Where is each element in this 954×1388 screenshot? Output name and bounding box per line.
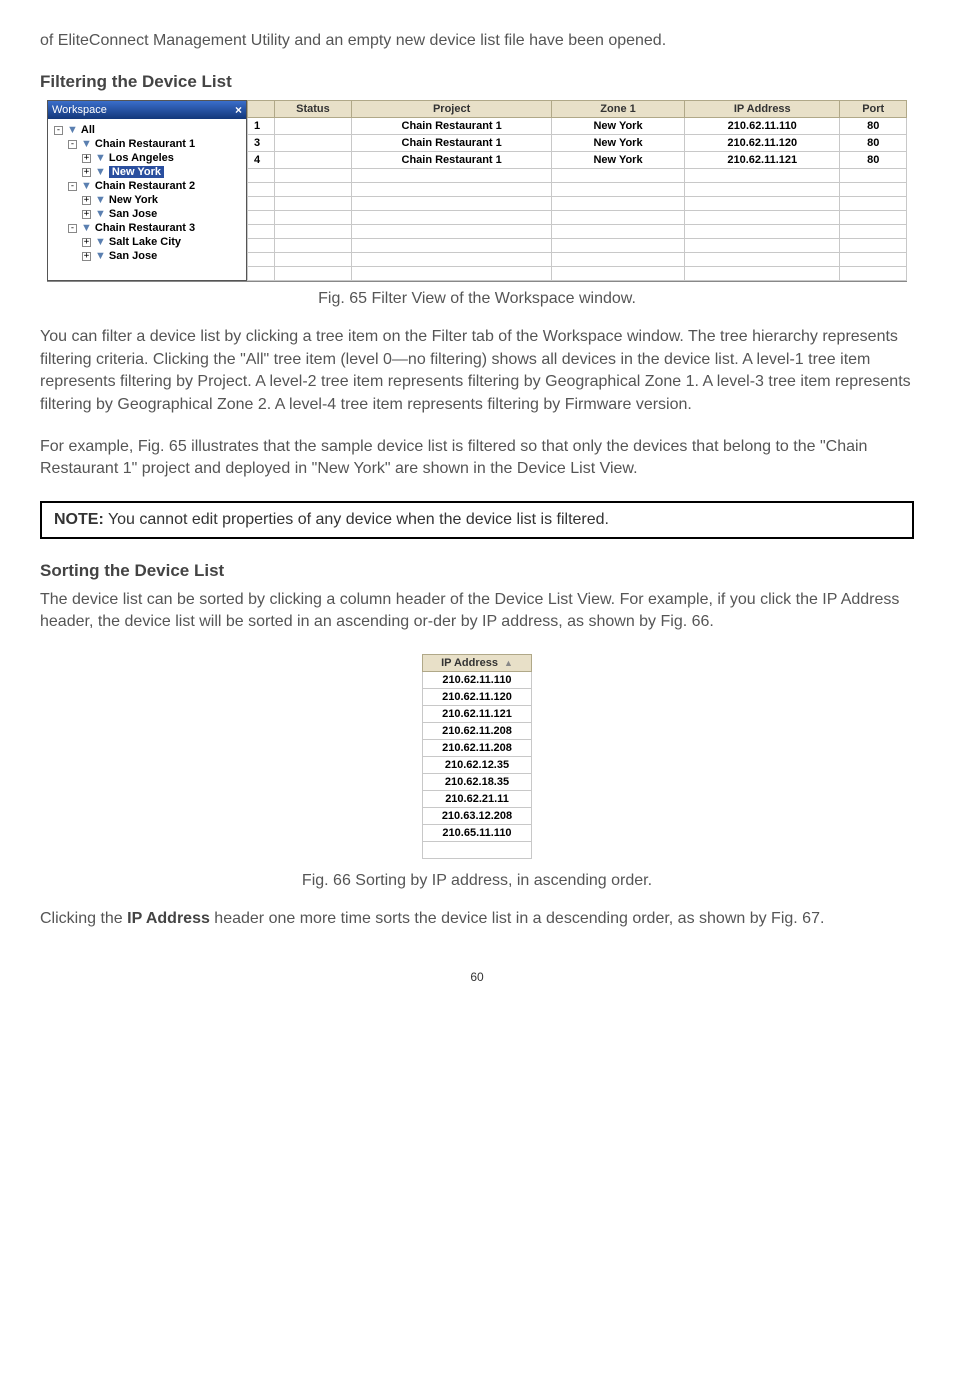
col-port[interactable]: Port (840, 101, 907, 118)
tree-la[interactable]: +▼Los Angeles (54, 151, 240, 165)
col-project[interactable]: Project (352, 101, 552, 118)
tree-cr3[interactable]: -▼Chain Restaurant 3 (54, 221, 240, 235)
expand-icon[interactable]: + (82, 168, 91, 177)
filter-icon: ▼ (95, 194, 106, 206)
list-item[interactable]: 210.62.11.208 (423, 722, 532, 739)
table-row (248, 239, 907, 253)
list-item[interactable]: 210.63.12.208 (423, 807, 532, 824)
tree-cr1[interactable]: -▼Chain Restaurant 1 (54, 137, 240, 151)
ip-header[interactable]: IP Address▲ (423, 654, 532, 671)
list-item[interactable]: 210.62.12.35 (423, 756, 532, 773)
workspace-figure: Workspace × -▼All -▼Chain Restaurant 1 +… (47, 100, 907, 282)
workspace-panel: Workspace × -▼All -▼Chain Restaurant 1 +… (47, 100, 247, 281)
filter-icon: ▼ (95, 236, 106, 248)
table-row (248, 183, 907, 197)
table-row[interactable]: 1 Chain Restaurant 1 New York 210.62.11.… (248, 118, 907, 135)
collapse-icon[interactable]: - (68, 182, 77, 191)
tree-sj2[interactable]: +▼San Jose (54, 207, 240, 221)
collapse-icon[interactable]: - (54, 126, 63, 135)
expand-icon[interactable]: + (82, 154, 91, 163)
expand-icon[interactable]: + (82, 252, 91, 261)
para4: Clicking the IP Address header one more … (40, 908, 914, 930)
intro-text: of EliteConnect Management Utility and a… (40, 30, 914, 52)
table-row (248, 253, 907, 267)
list-item[interactable]: 210.62.11.121 (423, 705, 532, 722)
filter-icon: ▼ (95, 166, 106, 178)
para1: You can filter a device list by clicking… (40, 326, 914, 416)
workspace-title: Workspace (52, 104, 107, 116)
workspace-titlebar: Workspace × (48, 101, 246, 119)
filter-icon: ▼ (81, 222, 92, 234)
col-num[interactable] (248, 101, 275, 118)
ip-sort-table: IP Address▲ 210.62.11.110 210.62.11.120 … (422, 654, 532, 859)
list-item[interactable]: 210.62.11.208 (423, 739, 532, 756)
filter-icon: ▼ (81, 180, 92, 192)
filter-icon: ▼ (81, 138, 92, 150)
filter-icon: ▼ (67, 124, 78, 136)
table-row (248, 225, 907, 239)
sort-heading: Sorting the Device List (40, 561, 914, 581)
list-item[interactable]: 210.62.21.11 (423, 790, 532, 807)
table-row (248, 169, 907, 183)
col-ip[interactable]: IP Address (685, 101, 840, 118)
fig65-caption: Fig. 65 Filter View of the Workspace win… (40, 290, 914, 308)
filter-icon: ▼ (95, 152, 106, 164)
fig66-caption: Fig. 66 Sorting by IP address, in ascend… (40, 872, 914, 890)
fig65-wrapper: Workspace × -▼All -▼Chain Restaurant 1 +… (40, 100, 914, 308)
ip-address-bold: IP Address (127, 910, 210, 927)
tree-cr2[interactable]: -▼Chain Restaurant 2 (54, 179, 240, 193)
table-row (248, 211, 907, 225)
para3: The device list can be sorted by clickin… (40, 589, 914, 634)
collapse-icon[interactable]: - (68, 224, 77, 233)
list-item[interactable]: 210.62.11.110 (423, 671, 532, 688)
table-row (248, 197, 907, 211)
collapse-icon[interactable]: - (68, 140, 77, 149)
close-icon[interactable]: × (235, 103, 242, 117)
filter-heading: Filtering the Device List (40, 72, 914, 92)
expand-icon[interactable]: + (82, 196, 91, 205)
table-row (248, 267, 907, 281)
list-item[interactable]: 210.62.11.120 (423, 688, 532, 705)
para2: For example, Fig. 65 illustrates that th… (40, 436, 914, 481)
list-item (423, 841, 532, 858)
tree-ny2[interactable]: +▼New York (54, 193, 240, 207)
note-box: NOTE: You cannot edit properties of any … (40, 501, 914, 539)
filter-icon: ▼ (95, 250, 106, 262)
tree-slc[interactable]: +▼Salt Lake City (54, 235, 240, 249)
table-row[interactable]: 3 Chain Restaurant 1 New York 210.62.11.… (248, 135, 907, 152)
sort-asc-icon: ▲ (504, 658, 513, 668)
col-status[interactable]: Status (274, 101, 352, 118)
col-zone1[interactable]: Zone 1 (551, 101, 684, 118)
table-row[interactable]: 4 Chain Restaurant 1 New York 210.62.11.… (248, 152, 907, 169)
fig66-wrapper: IP Address▲ 210.62.11.110 210.62.11.120 … (40, 654, 914, 890)
filter-icon: ▼ (95, 208, 106, 220)
expand-icon[interactable]: + (82, 210, 91, 219)
device-list-table: Status Project Zone 1 IP Address Port 1 … (247, 100, 907, 281)
page-number: 60 (40, 970, 914, 984)
list-item[interactable]: 210.65.11.110 (423, 824, 532, 841)
tree-sj3[interactable]: +▼San Jose (54, 249, 240, 263)
tree-ny-selected[interactable]: +▼New York (54, 165, 240, 179)
filter-tree: -▼All -▼Chain Restaurant 1 +▼Los Angeles… (48, 119, 246, 267)
tree-all[interactable]: -▼All (54, 123, 240, 137)
note-text: You cannot edit properties of any device… (104, 511, 609, 528)
list-item[interactable]: 210.62.18.35 (423, 773, 532, 790)
expand-icon[interactable]: + (82, 238, 91, 247)
note-label: NOTE: (54, 511, 104, 528)
